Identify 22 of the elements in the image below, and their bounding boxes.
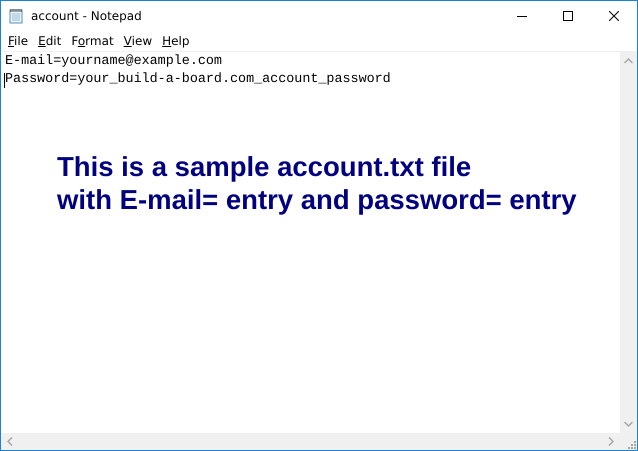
menu-item[interactable]: Help [157,34,195,48]
close-icon [609,11,619,21]
scroll-right-icon[interactable] [608,437,614,446]
menu-item[interactable]: View [118,34,158,48]
scroll-down-icon[interactable] [624,421,633,427]
text-cursor [4,72,5,88]
text-area[interactable]: E-mail=yourname@example.com Password=your_build-a-board.com_account_password This is a sample account.txt file with E-mail= entry and password= entry [1,52,620,433]
text-line: E-mail=yourname@example.com [5,53,222,71]
resize-grip-icon[interactable] [627,440,637,450]
menu-item[interactable]: Edit [33,34,66,48]
text-line: Password=your_build-a-board.com_account_password [5,71,391,89]
menu-item[interactable]: File [3,34,34,48]
window-title: account - Notepad [31,9,143,23]
annotation-text: with E-mail= entry and password= entry [57,183,577,216]
notepad-icon [8,8,24,24]
scroll-up-icon[interactable] [624,58,633,64]
maximize-icon [563,11,573,21]
vertical-scrollbar[interactable] [620,52,637,433]
annotation-text: This is a sample account.txt file [57,150,472,183]
scroll-left-icon[interactable] [7,437,13,446]
horizontal-scrollbar[interactable] [1,433,620,450]
menu-item[interactable]: Format [66,34,119,48]
